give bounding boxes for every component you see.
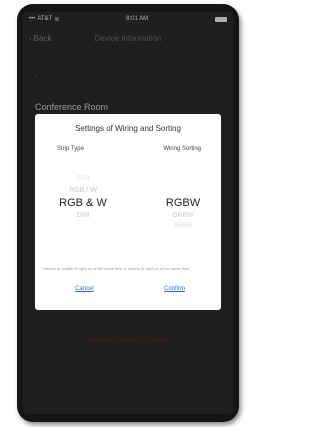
dialog-title: Settings of Wiring and Sorting	[75, 124, 181, 133]
confirm-button[interactable]: Confirm	[164, 286, 185, 292]
cancel-button[interactable]: Cancel	[75, 286, 94, 292]
picker-option[interactable]: RGB	[43, 174, 123, 185]
strip-type-header: Strip Type	[57, 146, 84, 152]
picker-option[interactable]: DIM	[43, 210, 123, 221]
picker-option-spacer	[145, 185, 221, 196]
phone-frame: ••• AT&T ≋ 8:01 AM ‹ Back Device Informa…	[17, 4, 239, 422]
screen: ••• AT&T ≋ 8:01 AM ‹ Back Device Informa…	[23, 12, 233, 414]
strip-type-picker[interactable]: RGB RGB / W RGB & W DIM	[43, 174, 123, 221]
wiring-sorting-header: Wiring Sorting	[163, 146, 201, 152]
picker-option[interactable]: GRBW	[145, 210, 221, 221]
picker-option[interactable]: RGB / W	[43, 185, 123, 196]
picker-option-selected[interactable]: RGBW	[145, 196, 221, 210]
picker-option-spacer	[145, 174, 221, 185]
wiring-sorting-picker[interactable]: RGBW GRBW BRGW	[145, 174, 221, 232]
dialog-note: * means to unable W light on at the same…	[41, 266, 191, 271]
picker-option-selected[interactable]: RGB & W	[43, 196, 123, 210]
picker-option[interactable]: BRGW	[145, 221, 221, 232]
wiring-sorting-dialog: Settings of Wiring and Sorting Strip Typ…	[35, 114, 221, 310]
